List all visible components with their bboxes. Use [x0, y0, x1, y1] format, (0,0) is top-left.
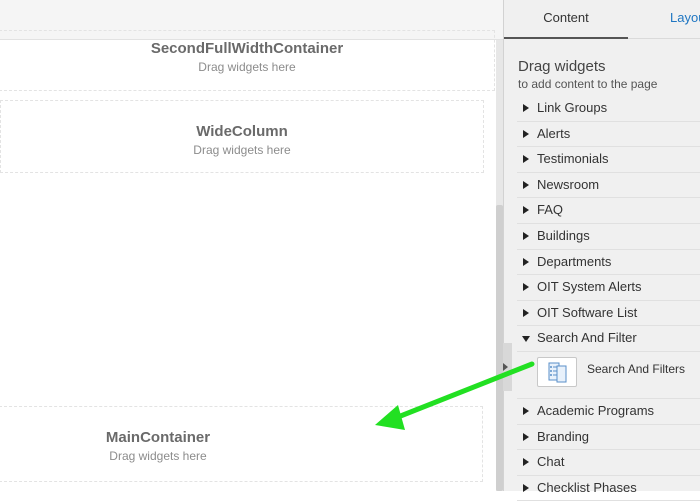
widget-list-icon [537, 356, 577, 387]
category-oit-system-alerts[interactable]: OIT System Alerts [517, 275, 700, 301]
category-academic-programs[interactable]: Academic Programs [517, 399, 700, 425]
zone-hint: Drag widgets here [109, 449, 207, 463]
caret-right-icon [523, 206, 529, 215]
page-canvas: SecondFullWidthContainer Drag widgets he… [0, 30, 496, 491]
category-label: Link Groups [537, 100, 608, 115]
category-newsroom[interactable]: Newsroom [517, 173, 700, 199]
panel-subheading: to add content to the page [518, 77, 658, 91]
category-testimonials[interactable]: Testimonials [517, 147, 700, 173]
second-full-width-dropzone[interactable]: SecondFullWidthContainer Drag widgets he… [0, 30, 495, 91]
category-oit-software-list[interactable]: OIT Software List [517, 301, 700, 327]
category-search-and-filter[interactable]: Search And Filter [517, 326, 700, 352]
category-label: OIT Software List [537, 304, 638, 320]
category-checklist-phases[interactable]: Checklist Phases [517, 476, 700, 501]
category-buildings[interactable]: Buildings [517, 224, 700, 250]
category-label: Checklist Phases [537, 479, 637, 495]
category-faq[interactable]: FAQ [517, 198, 700, 224]
wide-column-dropzone[interactable]: WideColumn Drag widgets here [0, 100, 484, 173]
caret-right-icon [523, 406, 529, 415]
caret-right-icon [523, 458, 529, 467]
caret-right-icon [523, 104, 529, 112]
category-label: Branding [537, 428, 590, 444]
widget-panel: Content Layou Drag widgets to add conten… [503, 0, 700, 501]
category-label: Academic Programs [537, 402, 655, 418]
category-branding[interactable]: Branding [517, 425, 700, 451]
category-label: Search And Filter [537, 330, 637, 346]
category-label: OIT System Alerts [537, 279, 642, 295]
caret-right-icon [523, 308, 529, 317]
zone-title: WideColumn [196, 123, 288, 140]
category-label: Alerts [537, 125, 571, 141]
caret-right-icon [523, 155, 529, 164]
main-container-dropzone[interactable]: MainContainer Drag widgets here [0, 406, 483, 482]
zone-hint: Drag widgets here [193, 143, 291, 157]
category-link-groups[interactable]: Link Groups [517, 96, 700, 122]
caret-right-icon [523, 129, 529, 138]
collapse-caret-icon [503, 363, 508, 371]
category-alerts[interactable]: Alerts [517, 122, 700, 148]
canvas-scrollbar-thumb[interactable] [496, 205, 503, 491]
caret-right-icon [523, 180, 529, 189]
category-label: Buildings [537, 227, 590, 243]
zone-hint: Drag widgets here [198, 60, 296, 74]
panel-tabs: Content Layou [504, 0, 700, 39]
category-label: Newsroom [537, 176, 600, 192]
widget-search-and-filters[interactable]: Search And Filters [517, 352, 700, 399]
category-label: Testimonials [537, 151, 609, 167]
panel-heading: Drag widgets [518, 58, 606, 75]
zone-title: SecondFullWidthContainer [150, 40, 344, 57]
category-label: Departments [537, 253, 612, 269]
tab-content[interactable]: Content [504, 0, 628, 39]
category-label: Chat [537, 454, 565, 470]
category-label: FAQ [537, 202, 564, 218]
zone-title: MainContainer [105, 429, 211, 446]
caret-right-icon [523, 283, 529, 292]
widget-category-list: Link Groups Alerts Testimonials Newsroom… [517, 96, 700, 501]
category-departments[interactable]: Departments [517, 250, 700, 276]
caret-right-icon [523, 432, 529, 441]
caret-down-icon [522, 336, 530, 343]
caret-right-icon [523, 231, 529, 240]
category-chat[interactable]: Chat [517, 450, 700, 476]
widget-label: Search And Filters [587, 361, 686, 376]
caret-right-icon [523, 257, 529, 266]
tab-layout[interactable]: Layou [670, 0, 700, 37]
